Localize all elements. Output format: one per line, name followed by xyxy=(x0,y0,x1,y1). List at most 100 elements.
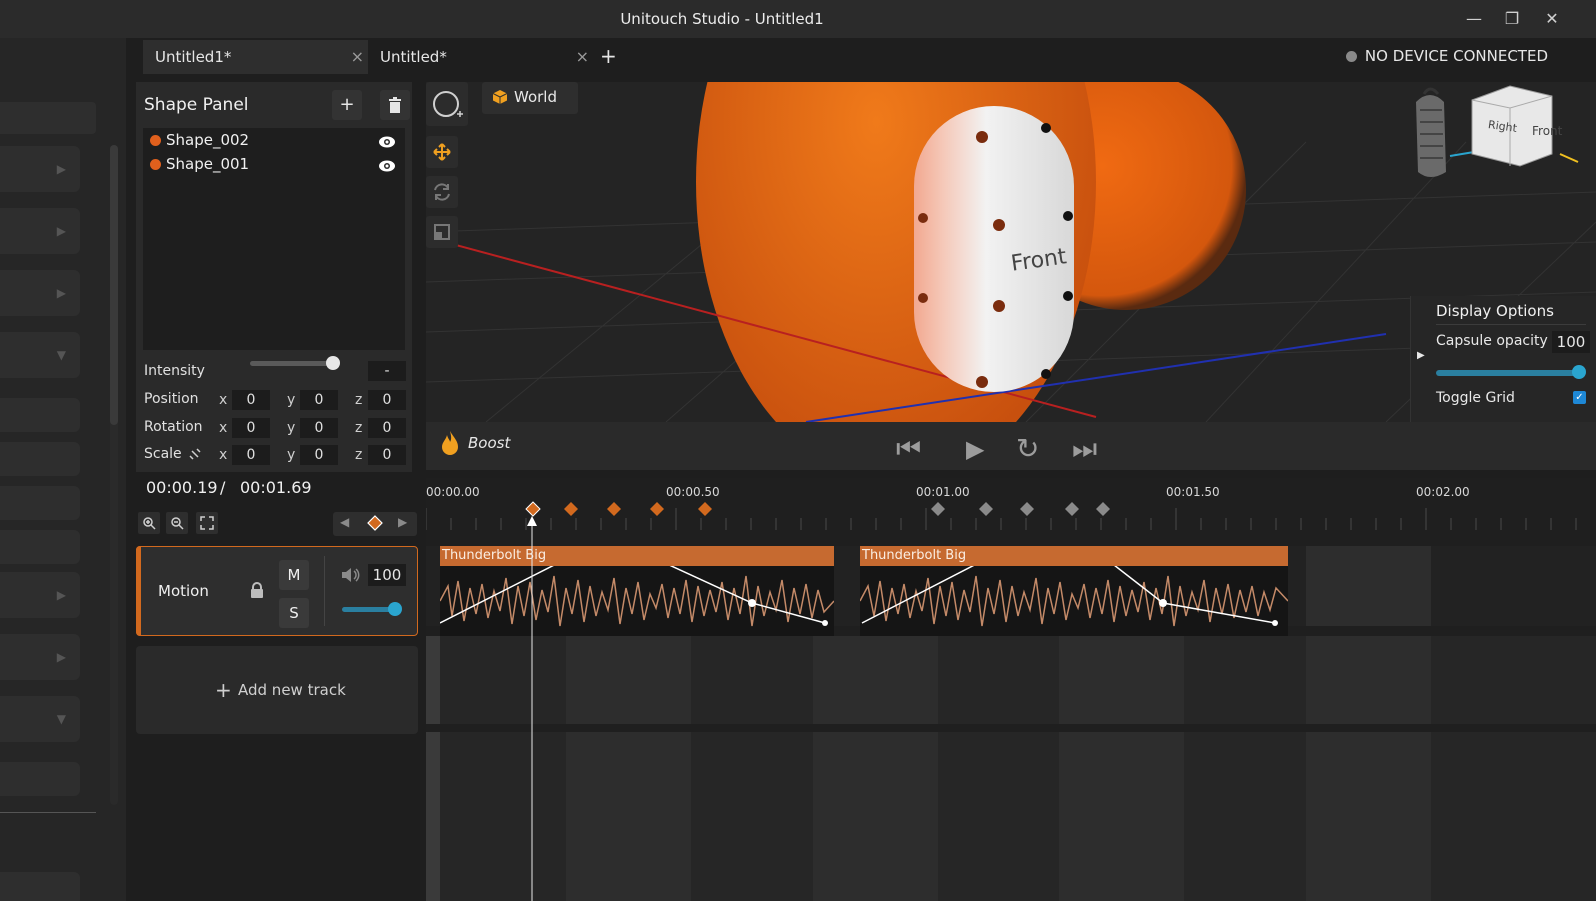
device-status-label: NO DEVICE CONNECTED xyxy=(1364,47,1548,65)
sidebar-group[interactable]: ▶ xyxy=(0,634,80,680)
next-keyframe-button[interactable]: ▶ xyxy=(398,515,407,529)
caret-right-icon[interactable]: ▶ xyxy=(1417,350,1425,361)
gizmo-front-face[interactable]: Front xyxy=(1532,124,1562,138)
fit-view-button[interactable] xyxy=(196,512,218,534)
eye-icon[interactable] xyxy=(378,159,396,173)
rotate-tool[interactable] xyxy=(426,176,458,208)
audio-clip[interactable] xyxy=(439,557,835,636)
world-space-button[interactable]: World xyxy=(482,82,578,114)
add-shape-tool[interactable] xyxy=(426,82,468,126)
position-y-field[interactable]: 0 xyxy=(300,390,338,410)
skip-forward-button[interactable]: ⏭ xyxy=(1072,432,1097,466)
axis-y-label: y xyxy=(287,420,296,436)
scale-tool[interactable] xyxy=(426,216,458,248)
capsule-opacity-slider[interactable] xyxy=(1436,370,1582,376)
sidebar-item[interactable] xyxy=(0,442,80,476)
ruler-label: 00:01.00 xyxy=(916,485,970,499)
scale-x-field[interactable]: 0 xyxy=(232,445,270,465)
intensity-value[interactable]: - xyxy=(368,361,406,381)
sidebar-item[interactable] xyxy=(0,530,80,564)
zoom-in-button[interactable] xyxy=(138,512,160,534)
view-gizmo[interactable] xyxy=(1410,82,1596,192)
close-icon[interactable]: × xyxy=(351,47,364,66)
audio-clip[interactable] xyxy=(859,557,1289,636)
move-tool[interactable] xyxy=(426,136,458,168)
lock-icon[interactable] xyxy=(250,582,264,598)
vest-icon xyxy=(1416,87,1446,177)
timeline[interactable] xyxy=(426,478,1596,901)
shape-panel-title: Shape Panel xyxy=(144,95,249,115)
solo-button[interactable]: S xyxy=(279,598,309,628)
add-shape-button[interactable]: + xyxy=(332,90,362,120)
sidebar-group[interactable]: ▶ xyxy=(0,208,80,254)
axis-x-label: x xyxy=(219,392,228,408)
intensity-slider[interactable] xyxy=(250,361,330,366)
timeline-canvas xyxy=(426,478,1596,901)
lane-handle xyxy=(426,636,440,724)
prev-keyframe-button[interactable]: ◀ xyxy=(340,515,349,529)
play-button[interactable]: ▶ xyxy=(966,435,984,463)
rotate-icon xyxy=(434,183,450,201)
sidebar-scrollbar-thumb[interactable] xyxy=(110,145,118,425)
sidebar-group[interactable]: ▶ xyxy=(0,572,80,618)
world-label: World xyxy=(514,88,557,106)
sidebar-search[interactable] xyxy=(0,102,96,134)
loop-button[interactable]: ↻ xyxy=(1016,432,1039,465)
eye-icon[interactable] xyxy=(378,135,396,149)
position-x-field[interactable]: 0 xyxy=(232,390,270,410)
shape-color-dot xyxy=(150,135,161,146)
unlink-icon[interactable] xyxy=(188,447,202,461)
scale-y-field[interactable]: 0 xyxy=(300,445,338,465)
skip-back-button[interactable]: ⏮ xyxy=(896,432,921,466)
speaker-icon[interactable] xyxy=(340,566,360,584)
volume-slider-handle[interactable] xyxy=(388,602,402,616)
toggle-grid-checkbox[interactable]: ✓ xyxy=(1573,391,1586,404)
mute-button[interactable]: M xyxy=(279,560,309,590)
ruler-label: 00:00.00 xyxy=(426,485,480,499)
tab-untitled1[interactable]: Untitled1* × xyxy=(143,40,368,74)
sidebar-item[interactable] xyxy=(0,398,80,432)
rotation-x-field[interactable]: 0 xyxy=(232,418,270,438)
sidebar-group-expanded[interactable]: ▼ xyxy=(0,696,80,742)
capsule-opacity-field[interactable]: 100 xyxy=(1552,331,1590,353)
clip-title[interactable]: Thunderbolt Big xyxy=(860,546,1288,566)
list-item[interactable]: Shape_001 xyxy=(150,155,249,173)
zoom-out-button[interactable] xyxy=(166,512,188,534)
rotation-z-field[interactable]: 0 xyxy=(368,418,406,438)
playhead[interactable] xyxy=(525,516,539,901)
tab-untitled[interactable]: Untitled* × xyxy=(368,40,593,74)
volume-slider[interactable] xyxy=(342,607,394,612)
add-keyframe-button[interactable] xyxy=(367,515,383,531)
intensity-label: Intensity xyxy=(144,363,205,379)
sidebar-item[interactable] xyxy=(0,872,80,901)
sidebar-item[interactable] xyxy=(0,762,80,796)
shape-color-dot xyxy=(150,159,161,170)
minimize-button[interactable]: — xyxy=(1460,8,1488,30)
restore-button[interactable]: ❐ xyxy=(1498,8,1526,30)
close-icon[interactable]: × xyxy=(576,47,589,66)
chevron-down-icon: ▼ xyxy=(56,712,66,726)
transport-bar xyxy=(426,422,1596,470)
rotation-label: Rotation xyxy=(144,419,203,435)
tab-label: Untitled* xyxy=(380,48,447,66)
list-item[interactable]: Shape_002 xyxy=(150,131,249,149)
divider xyxy=(1436,324,1586,325)
intensity-slider-handle[interactable] xyxy=(326,356,340,370)
sidebar-group[interactable]: ▶ xyxy=(0,270,80,316)
new-tab-button[interactable]: + xyxy=(600,44,617,68)
sidebar-item[interactable] xyxy=(0,486,80,520)
chevron-down-icon: ▼ xyxy=(56,348,66,362)
sidebar-group-expanded[interactable]: ▼ xyxy=(0,332,80,378)
chevron-right-icon: ▶ xyxy=(56,224,66,238)
waveform xyxy=(859,557,1289,627)
volume-field[interactable]: 100 xyxy=(368,564,406,586)
position-z-field[interactable]: 0 xyxy=(368,390,406,410)
scale-z-field[interactable]: 0 xyxy=(368,445,406,465)
delete-shape-button[interactable] xyxy=(380,90,410,120)
sidebar-group[interactable]: ▶ xyxy=(0,146,80,192)
rotation-y-field[interactable]: 0 xyxy=(300,418,338,438)
capsule-opacity-slider-handle[interactable] xyxy=(1572,365,1586,379)
close-button[interactable]: ✕ xyxy=(1538,8,1566,30)
clip-title[interactable]: Thunderbolt Big xyxy=(440,546,834,566)
axis-z-label: z xyxy=(355,392,363,408)
